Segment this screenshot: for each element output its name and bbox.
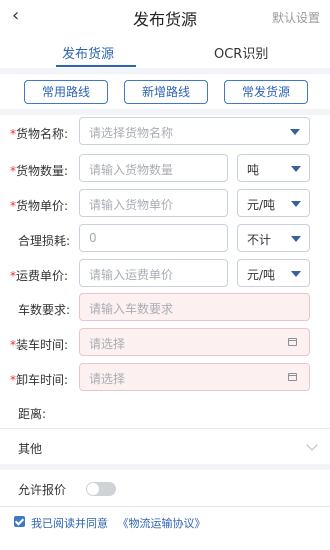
loss-input[interactable]: 0 <box>79 224 228 252</box>
allow-quote-label: 允许报价 <box>18 483 67 497</box>
load-time-label: *装车时间: <box>10 338 69 352</box>
goods-qty-unit-value: 吨 <box>247 163 260 177</box>
loss-unit-value: 不计 <box>247 233 272 247</box>
freight-price-label: *运费单价: <box>10 269 69 283</box>
goods-price-unit-value: 元/吨 <box>247 198 276 212</box>
loss-label: 合理损耗: <box>18 234 71 248</box>
load-time-row: *装车时间: 请选择 <box>0 328 330 360</box>
goods-name-label: *货物名称: <box>10 127 69 141</box>
chevron-down-icon <box>291 271 301 277</box>
chevron-down-icon <box>291 236 301 242</box>
freight-price-placeholder: 请输入运费单价 <box>89 268 174 282</box>
section-divider <box>0 464 330 470</box>
chevron-down-icon <box>291 166 301 172</box>
calendar-icon <box>288 373 297 381</box>
other-section-toggle[interactable]: 其他 <box>18 440 42 457</box>
chevron-down-icon <box>290 129 300 135</box>
add-route-button[interactable]: 新增路线 <box>124 80 208 104</box>
unload-time-picker[interactable]: 请选择 <box>79 363 310 391</box>
section-divider <box>0 68 330 74</box>
frequent-goods-button[interactable]: 常发货源 <box>224 80 308 104</box>
section-divider <box>0 109 330 115</box>
goods-price-row: *货物单价: 请输入货物单价 元/吨 <box>0 189 330 221</box>
goods-qty-input[interactable]: 请输入货物数量 <box>79 154 228 182</box>
freight-price-input[interactable]: 请输入运费单价 <box>79 259 228 287</box>
unload-time-label: *卸车时间: <box>10 373 69 387</box>
chevron-down-icon[interactable] <box>306 439 318 451</box>
goods-qty-label: *货物数量: <box>10 164 69 178</box>
divider <box>0 428 330 429</box>
freight-price-unit-value: 元/吨 <box>247 268 276 282</box>
unload-time-placeholder: 请选择 <box>89 372 126 386</box>
tab-ocr[interactable]: OCR识别 <box>214 43 268 62</box>
toggle-knob <box>87 483 99 495</box>
loss-row: 合理损耗: 0 不计 <box>0 224 330 256</box>
agreement-row: 我已阅读并同意 《物流运输协议》 <box>31 515 206 531</box>
loss-unit-select[interactable]: 不计 <box>237 224 310 252</box>
loss-value: 0 <box>89 231 97 245</box>
agreement-checkbox[interactable] <box>14 516 25 527</box>
allow-quote-toggle[interactable] <box>86 482 116 496</box>
distance-label: 距离: <box>18 407 47 421</box>
goods-price-placeholder: 请输入货物单价 <box>89 198 174 212</box>
truck-req-placeholder: 请输入车数要求 <box>89 302 174 316</box>
default-settings-button[interactable]: 默认设置 <box>272 9 320 26</box>
goods-qty-placeholder: 请输入货物数量 <box>89 163 174 177</box>
truck-req-label: 车数要求: <box>18 303 71 317</box>
active-tab-indicator <box>56 65 136 67</box>
common-routes-button[interactable]: 常用路线 <box>24 80 108 104</box>
goods-name-placeholder: 请选择货物名称 <box>89 126 174 140</box>
goods-name-select[interactable]: 请选择货物名称 <box>79 117 310 145</box>
agreement-text: 我已阅读并同意 <box>31 517 108 530</box>
truck-req-input[interactable]: 请输入车数要求 <box>79 293 310 321</box>
app-header: ‹ 发布货源 默认设置 <box>0 0 330 34</box>
chevron-down-icon <box>291 201 301 207</box>
goods-name-row: *货物名称: 请选择货物名称 <box>0 117 330 149</box>
calendar-icon <box>288 338 297 346</box>
unload-time-row: *卸车时间: 请选择 <box>0 363 330 395</box>
tab-publish[interactable]: 发布货源 <box>62 43 114 62</box>
tab-bar: 发布货源 OCR识别 <box>0 34 330 70</box>
freight-price-row: *运费单价: 请输入运费单价 元/吨 <box>0 259 330 291</box>
goods-price-input[interactable]: 请输入货物单价 <box>79 189 228 217</box>
truck-req-row: 车数要求: 请输入车数要求 <box>0 293 330 325</box>
load-time-placeholder: 请选择 <box>89 337 126 351</box>
divider <box>0 506 330 507</box>
freight-price-unit-select[interactable]: 元/吨 <box>237 259 310 287</box>
goods-qty-unit-select[interactable]: 吨 <box>237 154 310 182</box>
goods-price-unit-select[interactable]: 元/吨 <box>237 189 310 217</box>
goods-qty-row: *货物数量: 请输入货物数量 吨 <box>0 154 330 186</box>
agreement-link[interactable]: 《物流运输协议》 <box>118 517 206 530</box>
goods-price-label: *货物单价: <box>10 199 69 213</box>
load-time-picker[interactable]: 请选择 <box>79 328 310 356</box>
